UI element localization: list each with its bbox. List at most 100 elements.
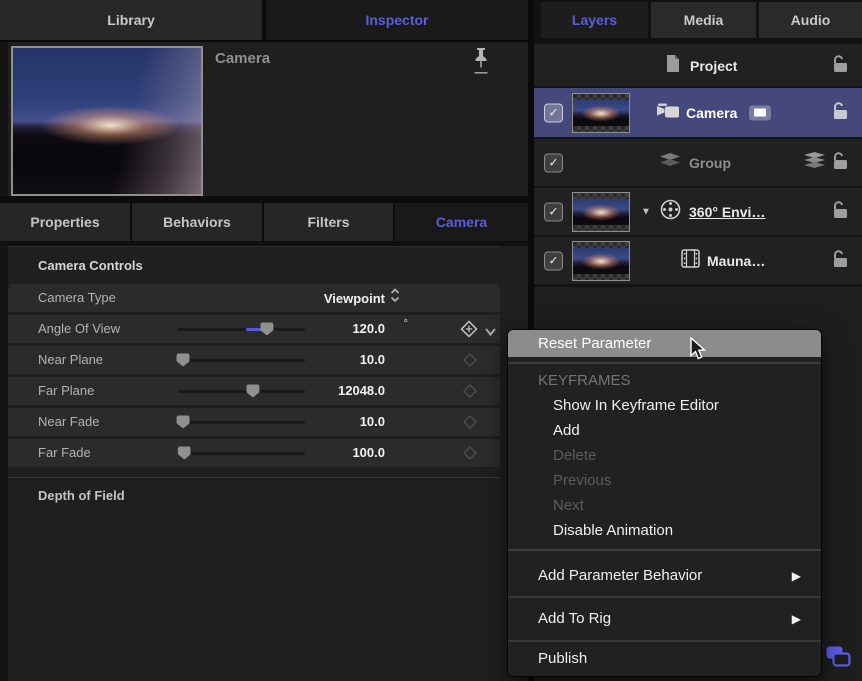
- layer-row-project[interactable]: Project: [534, 46, 862, 86]
- far-fade-row: Far Fade 100.0: [8, 439, 500, 467]
- menu-item-add[interactable]: Add: [508, 418, 821, 443]
- camera-preview-thumbnail: [11, 46, 203, 196]
- layer-name[interactable]: Group: [689, 155, 731, 171]
- menu-separator: [508, 362, 821, 364]
- tab-filters[interactable]: Filters: [264, 203, 393, 241]
- add-keyframe-icon[interactable]: [460, 320, 478, 338]
- submenu-arrow-icon: ▶: [792, 598, 801, 640]
- near-fade-row: Near Fade 10.0: [8, 408, 500, 436]
- disclosure-triangle-icon[interactable]: ▼: [641, 206, 651, 217]
- document-icon: [666, 55, 680, 77]
- slider-thumb[interactable]: [177, 416, 190, 429]
- motion-inspector-window: Library Inspector Camera Properties Beha…: [0, 0, 862, 681]
- angle-of-view-row: Angle Of View 120.0 °: [8, 315, 500, 343]
- far-plane-value[interactable]: 12048.0: [258, 377, 385, 405]
- layer-checkbox[interactable]: ✓: [544, 251, 563, 270]
- menu-item-publish[interactable]: Publish: [508, 642, 821, 676]
- submenu-arrow-icon: ▶: [792, 556, 801, 596]
- near-plane-label: Near Plane: [38, 346, 103, 374]
- keyframe-context-menu: Reset Parameter KEYFRAMES Show In Keyfra…: [507, 329, 822, 677]
- section-divider: [8, 477, 500, 478]
- lock-open-icon[interactable]: [832, 151, 850, 175]
- menu-separator: [508, 549, 821, 551]
- tab-layers[interactable]: Layers: [541, 2, 648, 38]
- layer-checkbox[interactable]: ✓: [544, 202, 563, 221]
- header-divider: [0, 196, 528, 203]
- selected-object-title: Camera: [215, 50, 270, 67]
- menu-item-next: Next: [508, 493, 821, 518]
- tab-behaviors[interactable]: Behaviors: [132, 203, 262, 241]
- near-fade-label: Near Fade: [38, 408, 99, 436]
- slider-thumb[interactable]: [178, 447, 191, 460]
- menu-item-add-parameter-behavior[interactable]: Add Parameter Behavior ▶: [508, 556, 821, 596]
- preview-image: [13, 48, 201, 194]
- far-fade-label: Far Fade: [38, 439, 91, 467]
- camera-type-popup[interactable]: Viewpoint: [324, 284, 400, 312]
- angle-of-view-value[interactable]: 120.0: [258, 315, 385, 343]
- near-fade-value[interactable]: 10.0: [258, 408, 385, 436]
- angle-of-view-unit: °: [404, 318, 408, 330]
- menu-item-disable-animation[interactable]: Disable Animation: [508, 518, 821, 544]
- menu-item-label: Add Parameter Behavior: [538, 567, 702, 584]
- layer-name[interactable]: 360° Envi…: [689, 204, 765, 220]
- stacked-rectangles-icon[interactable]: [824, 644, 852, 670]
- menu-item-show-in-keyframe-editor[interactable]: Show In Keyframe Editor: [508, 393, 821, 418]
- inspector-header: Camera: [0, 42, 528, 196]
- lock-open-icon[interactable]: [832, 101, 850, 125]
- slider-thumb[interactable]: [177, 354, 190, 367]
- camera-type-label: Camera Type: [38, 284, 116, 312]
- inspector-panel: Library Inspector Camera Properties Beha…: [0, 0, 528, 681]
- layer-thumbnail: [572, 192, 630, 232]
- camera-type-value: Viewpoint: [324, 291, 385, 306]
- menu-item-reset-parameter[interactable]: Reset Parameter: [508, 330, 821, 357]
- tab-inspector[interactable]: Inspector: [266, 0, 528, 40]
- layer-row-mauna[interactable]: ✓ Mauna…: [534, 237, 862, 284]
- layer-thumbnail: [572, 241, 630, 281]
- layer-row-camera[interactable]: ✓ Camera: [534, 88, 862, 137]
- layer-checkbox[interactable]: ✓: [544, 153, 563, 172]
- far-fade-value[interactable]: 100.0: [258, 439, 385, 467]
- menu-item-delete: Delete: [508, 443, 821, 468]
- layer-row-360-environment[interactable]: ✓ ▼ 360° Envi…: [534, 188, 862, 235]
- menu-item-add-to-rig[interactable]: Add To Rig ▶: [508, 598, 821, 640]
- thumbnail-image: [573, 100, 629, 126]
- layer-checkbox[interactable]: ✓: [544, 103, 563, 122]
- pin-icon[interactable]: [468, 46, 494, 80]
- tab-library[interactable]: Library: [0, 0, 262, 40]
- lock-open-icon[interactable]: [832, 54, 850, 78]
- keyframe-diamond-icon[interactable]: [463, 384, 477, 398]
- keyframe-menu-chevron-icon[interactable]: [484, 324, 497, 334]
- mouse-cursor-icon: [688, 337, 708, 361]
- layer-row-group[interactable]: ✓ Group: [534, 139, 862, 186]
- tab-camera[interactable]: Camera: [395, 203, 528, 241]
- lock-open-icon[interactable]: [832, 249, 850, 273]
- right-tab-bar: Layers Media Audio: [534, 0, 862, 44]
- filmstrip-icon: [681, 249, 700, 273]
- video-camera-icon: [655, 102, 681, 123]
- near-plane-row: Near Plane 10.0: [8, 346, 500, 374]
- tab-audio[interactable]: Audio: [759, 2, 862, 38]
- left-tab-bar: Library Inspector: [0, 0, 528, 42]
- camera-type-row: Camera Type Viewpoint: [8, 284, 500, 312]
- layer-thumbnail: [572, 93, 630, 133]
- thumbnail-image: [573, 199, 629, 225]
- depth-of-field-header[interactable]: Depth of Field: [38, 488, 125, 503]
- angle-of-view-label: Angle Of View: [38, 315, 120, 343]
- layer-name[interactable]: Mauna…: [707, 253, 765, 269]
- keyframe-diamond-icon[interactable]: [463, 415, 477, 429]
- keyframe-diamond-icon[interactable]: [463, 446, 477, 460]
- tab-properties[interactable]: Properties: [0, 203, 130, 241]
- menu-item-previous: Previous: [508, 468, 821, 493]
- group-icon: [660, 153, 680, 173]
- sphere-360-icon: [660, 199, 681, 225]
- near-plane-value[interactable]: 10.0: [258, 346, 385, 374]
- camera-controls-header: Camera Controls: [38, 258, 143, 273]
- menu-item-label: Add To Rig: [538, 610, 611, 627]
- layer-name[interactable]: Project: [690, 58, 737, 74]
- lock-open-icon[interactable]: [832, 200, 850, 224]
- far-plane-row: Far Plane 12048.0: [8, 377, 500, 405]
- tab-media[interactable]: Media: [651, 2, 756, 38]
- layer-badge-icon[interactable]: [749, 105, 771, 120]
- layer-name[interactable]: Camera: [686, 105, 737, 121]
- keyframe-diamond-icon[interactable]: [463, 353, 477, 367]
